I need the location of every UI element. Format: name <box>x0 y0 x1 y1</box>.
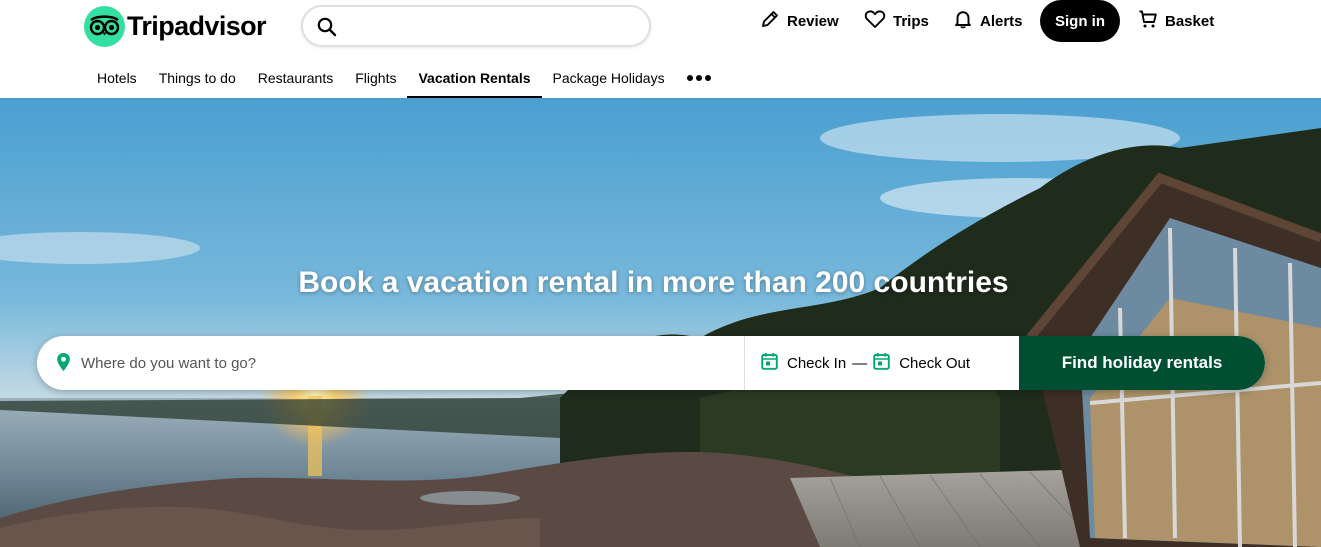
category-tabs: Hotels Things to do Restaurants Flights … <box>86 58 722 98</box>
basket-button[interactable]: Basket <box>1138 0 1214 42</box>
destination-field[interactable] <box>37 336 744 390</box>
owl-eyes-icon <box>84 5 125 47</box>
check-in-field[interactable]: Check In <box>761 352 846 374</box>
basket-label: Basket <box>1165 12 1215 30</box>
cart-icon <box>1138 9 1158 33</box>
pencil-icon <box>760 9 780 33</box>
map-pin-icon <box>56 352 71 377</box>
site-header: Tripadvisor Review Trips Alerts Sign in … <box>0 0 1321 98</box>
sign-in-button[interactable]: Sign in <box>1040 0 1120 42</box>
calendar-icon <box>873 352 890 374</box>
review-button[interactable]: Review <box>760 0 839 42</box>
tab-restaurants[interactable]: Restaurants <box>247 58 344 98</box>
alerts-button[interactable]: Alerts <box>953 0 1023 42</box>
global-search[interactable] <box>301 5 651 47</box>
check-out-label: Check Out <box>899 354 971 372</box>
find-holiday-rentals-button[interactable]: Find holiday rentals <box>1019 336 1265 390</box>
more-dots-icon[interactable] <box>676 58 722 98</box>
tab-vacation-rentals[interactable]: Vacation Rentals <box>407 58 542 98</box>
tab-package-holidays[interactable]: Package Holidays <box>542 58 676 98</box>
hero-title: Book a vacation rental in more than 200 … <box>298 266 1009 299</box>
search-icon <box>317 17 337 42</box>
rental-search-bar: Check In — Check Out Find holiday rental… <box>37 336 1265 390</box>
date-separator: — <box>852 354 868 372</box>
heart-icon <box>864 9 886 33</box>
global-search-input[interactable] <box>347 15 637 37</box>
tab-flights[interactable]: Flights <box>344 58 407 98</box>
trips-button[interactable]: Trips <box>864 0 929 42</box>
review-label: Review <box>787 12 839 30</box>
brand-logo[interactable]: Tripadvisor <box>84 5 267 47</box>
calendar-icon <box>761 352 778 374</box>
tab-things-to-do[interactable]: Things to do <box>148 58 247 98</box>
tab-hotels[interactable]: Hotels <box>86 58 148 98</box>
check-in-label: Check In <box>787 354 847 372</box>
alerts-label: Alerts <box>980 12 1023 30</box>
date-picker: Check In — Check Out <box>745 336 1019 390</box>
brand-name: Tripadvisor <box>127 10 267 41</box>
trips-label: Trips <box>893 12 929 30</box>
destination-input[interactable] <box>81 352 721 374</box>
check-out-field[interactable]: Check Out <box>873 352 970 374</box>
hero-banner: Book a vacation rental in more than 200 … <box>0 98 1321 547</box>
hero-background-image <box>0 98 1321 547</box>
bell-icon <box>953 9 973 33</box>
